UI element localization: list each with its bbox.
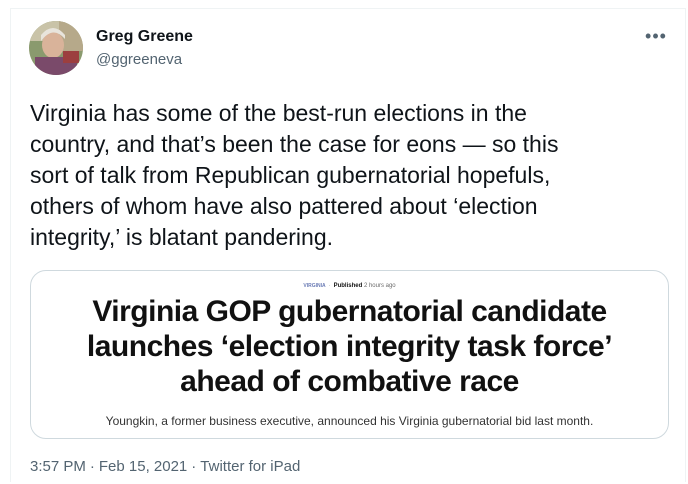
- card-headline-line: ahead of combative race: [180, 365, 519, 398]
- tweet-text-line: Virginia has some of the best-run electi…: [30, 100, 527, 126]
- avatar-image: [29, 21, 83, 75]
- card-meta: VIRGINIA · Published 2 hours ago: [31, 282, 668, 290]
- tweet-source[interactable]: Twitter for iPad: [200, 458, 300, 475]
- card-published-label: Published: [333, 283, 363, 289]
- card-headline: Virginia GOP gubernatorial candidate lau…: [31, 294, 668, 399]
- tweet-text-line: integrity,’ is blatant pandering.: [30, 224, 334, 250]
- footer-separator: ·: [191, 458, 197, 475]
- tweet-date[interactable]: Feb 15, 2021: [99, 458, 187, 475]
- author-name[interactable]: Greg Greene: [96, 28, 193, 46]
- card-published-time: 2 hours ago: [363, 283, 396, 289]
- author-handle[interactable]: @ggreeneva: [96, 51, 182, 69]
- tweet-footer: 3:57 PM · Feb 15, 2021 · Twitter for iPad: [30, 458, 300, 476]
- card-meta-separator: ·: [328, 283, 331, 289]
- tweet-text-line: sort of talk from Republican gubernatori…: [30, 162, 551, 188]
- more-options-icon[interactable]: •••: [645, 26, 667, 46]
- card-headline-line: Virginia GOP gubernatorial candidate: [92, 295, 607, 328]
- tweet-text-line: country, and that’s been the case for eo…: [30, 131, 559, 157]
- card-headline-line: launches ‘election integrity task force’: [86, 330, 613, 363]
- tweet-text: Virginia has some of the best-run electi…: [30, 98, 660, 253]
- card-section-label: VIRGINIA: [303, 283, 326, 289]
- avatar[interactable]: [29, 21, 83, 75]
- footer-separator: ·: [89, 458, 95, 475]
- card-subtitle: Youngkin, a former business executive, a…: [105, 414, 594, 428]
- tweet-time[interactable]: 3:57 PM: [30, 458, 86, 475]
- link-preview-card[interactable]: VIRGINIA · Published 2 hours ago Virginia …: [30, 270, 669, 439]
- tweet-text-line: others of whom have also pattered about …: [30, 193, 538, 219]
